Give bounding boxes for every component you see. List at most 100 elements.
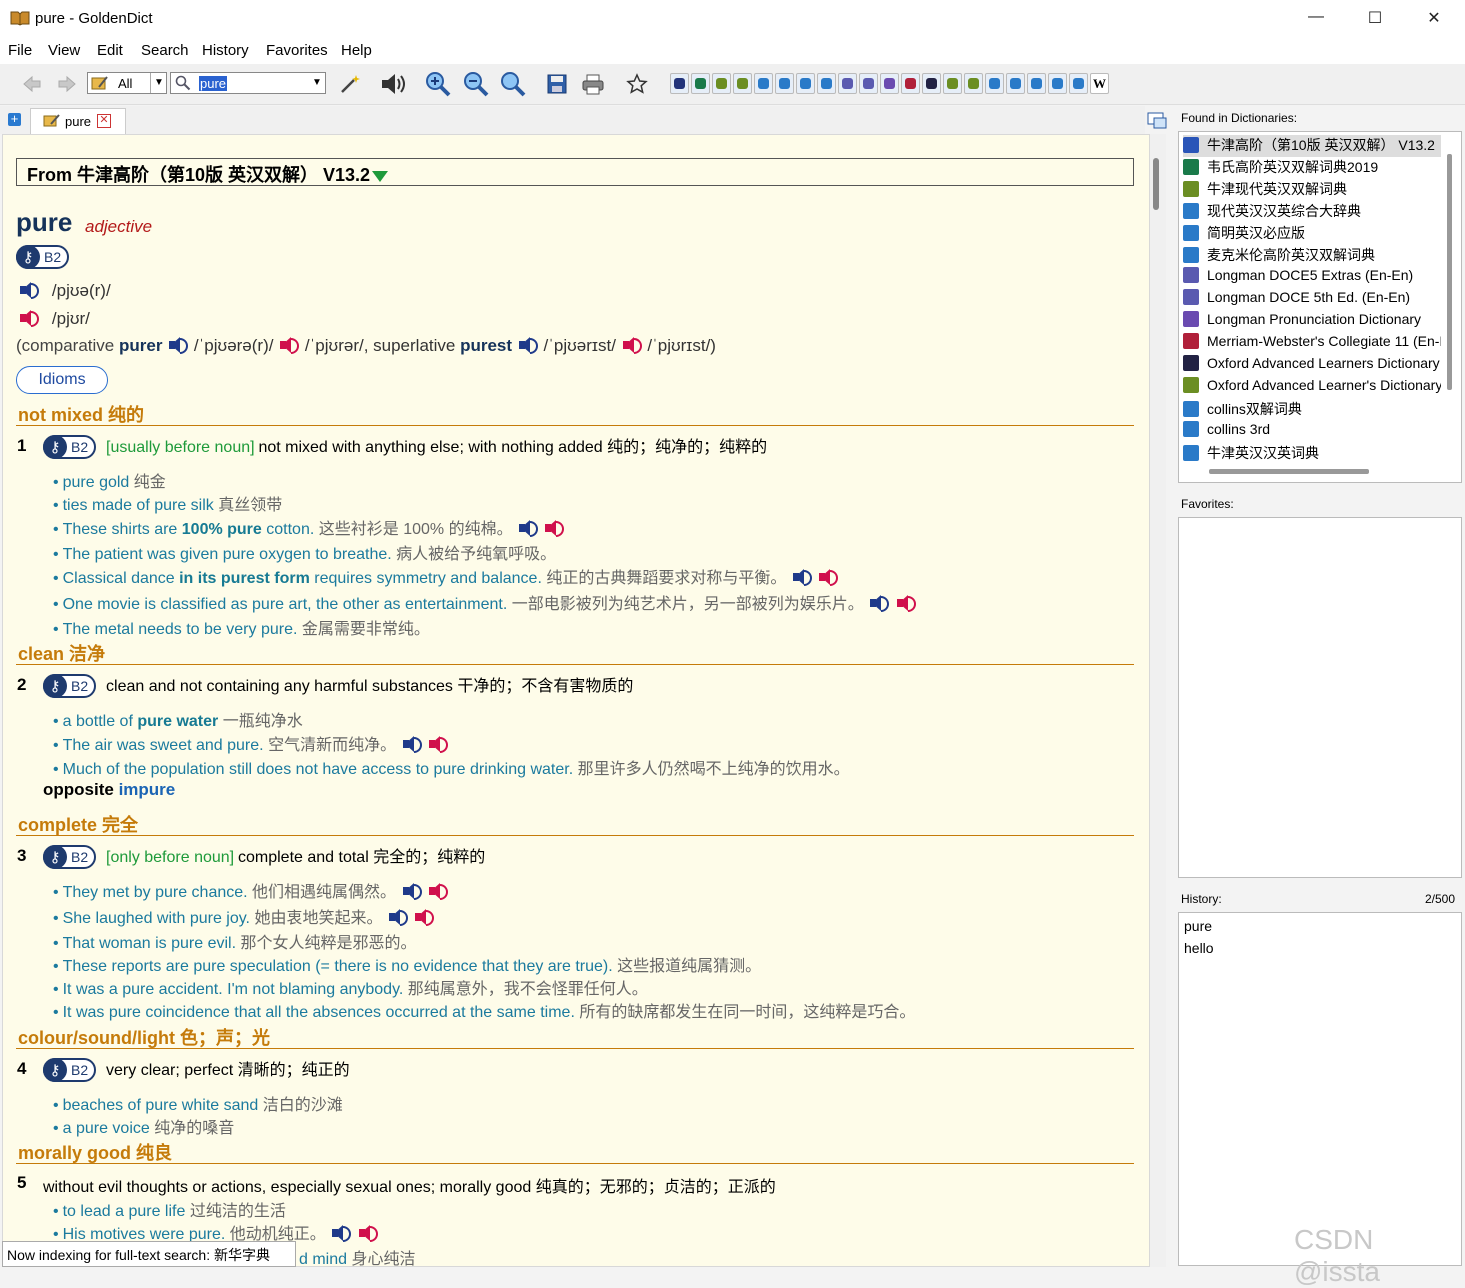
speaker-icon[interactable] [895,594,917,612]
history-item[interactable]: hello [1184,940,1214,956]
zoom-out-icon[interactable] [462,70,490,98]
found-dictionary-item[interactable]: Longman DOCE 5th Ed. (En-En) [1183,289,1441,311]
menu-search[interactable]: Search [141,42,189,59]
speaker-icon[interactable] [427,735,449,753]
zoom-reset-icon[interactable] [499,70,527,98]
dock-toggle-icon[interactable] [1146,110,1168,133]
speaker-icon[interactable] [401,882,423,900]
speaker-icon[interactable] [387,908,409,926]
dictionary-toggle-icon[interactable] [817,73,836,94]
found-dictionary-item[interactable]: 牛津英汉汉英词典 [1183,443,1441,465]
search-input[interactable]: pure [199,76,228,91]
dictionary-toggle-icon[interactable] [733,73,752,94]
menu-view[interactable]: View [48,42,80,59]
found-dictionary-item[interactable]: Longman DOCE5 Extras (En-En) [1183,267,1441,289]
speaker-icon[interactable] [543,519,565,537]
maximize-button[interactable]: ☐ [1355,8,1395,30]
menu-file[interactable]: File [8,42,32,59]
menu-help[interactable]: Help [341,42,372,59]
found-dictionary-item[interactable]: 韦氏高阶英汉双解词典2019 [1183,157,1441,179]
dictionary-toggle-icon[interactable] [1027,73,1046,94]
speaker-icon[interactable] [817,568,839,586]
found-dictionary-item[interactable]: collins 3rd [1183,421,1441,443]
speaker-icon[interactable] [791,568,813,586]
dictionary-toggle-icon[interactable] [943,73,962,94]
group-select[interactable]: All ▼ [87,72,167,94]
dictionary-toggle-icon[interactable] [922,73,941,94]
found-dictionary-item[interactable]: 现代英汉汉英综合大辞典 [1183,201,1441,223]
dictionary-toggle-icon[interactable] [712,73,731,94]
speaker-icon[interactable] [401,735,423,753]
back-arrow-icon[interactable] [18,70,46,98]
star-favorite-icon[interactable] [623,70,651,98]
dictionary-icon [1183,137,1199,153]
speaker-icon[interactable] [621,336,643,354]
close-tab-icon[interactable]: ✕ [97,114,111,128]
dictionary-toggle-icon[interactable] [754,73,773,94]
history-item[interactable]: pure [1184,918,1212,934]
forward-arrow-icon[interactable] [53,70,81,98]
dictionary-toggle-icon[interactable] [1069,73,1088,94]
found-dictionary-item[interactable]: 麦克米伦高阶英汉双解词典 [1183,245,1441,267]
dictionary-toggle-icon[interactable] [691,73,710,94]
dictionary-toggle-icon[interactable] [670,73,689,94]
menu-history[interactable]: History [202,42,249,59]
dictionary-toggle-icon[interactable] [985,73,1004,94]
found-list-scrollbar[interactable] [1447,154,1452,390]
speaker-icon[interactable] [167,336,189,354]
speaker-icon[interactable] [427,882,449,900]
menu-favorites[interactable]: Favorites [266,42,328,59]
dictionary-toggle-icon[interactable] [1006,73,1025,94]
dictionary-toggle-icon[interactable] [775,73,794,94]
print-icon[interactable] [579,70,607,98]
found-dictionary-item[interactable]: 牛津现代英汉双解词典 [1183,179,1441,201]
dictionary-glyph-icon [695,78,706,89]
speaker-uk-icon[interactable] [18,281,40,299]
idioms-button[interactable]: Idioms [16,366,108,394]
found-dictionary-item[interactable]: Oxford Advanced Learner's Dictionary [1183,377,1441,399]
collapse-triangle-icon[interactable] [372,171,389,182]
speaker-icon[interactable] [278,336,300,354]
found-dictionary-item[interactable]: 简明英汉必应版 [1183,223,1441,245]
found-list-hscrollbar[interactable] [1209,469,1369,474]
dictionary-toggle-icon[interactable] [901,73,920,94]
dictionary-toggle-icon[interactable] [859,73,878,94]
speaker-icon[interactable] [517,336,539,354]
speaker-icon[interactable] [868,594,890,612]
dictionary-toggle-icon[interactable] [838,73,857,94]
found-dictionary-item[interactable]: Merriam-Webster's Collegiate 11 (En-En) [1183,333,1441,355]
dictionary-toggle-icon[interactable] [880,73,899,94]
found-dictionary-item[interactable]: collins双解词典 [1183,399,1441,421]
pronounce-speaker-icon[interactable] [380,70,408,98]
article-scrollbar-thumb[interactable] [1153,158,1159,210]
opposite-link[interactable]: impure [119,780,176,799]
speaker-us-icon[interactable] [18,309,40,327]
dictionary-toggle-icon[interactable] [1048,73,1067,94]
magic-wand-icon[interactable] [336,70,364,98]
divider [16,1163,1134,1164]
dictionary-glyph-icon [905,78,916,89]
tab-pure[interactable]: pure ✕ [30,108,126,134]
speaker-icon[interactable] [330,1224,352,1242]
dictionary-toggle-icon[interactable] [964,73,983,94]
found-dictionary-item[interactable]: Oxford Advanced Learners Dictionary [1183,355,1441,377]
minimize-button[interactable]: — [1296,8,1336,30]
dictionary-header[interactable]: From 牛津高阶（第10版 英汉双解） V13.2 [16,158,1134,186]
found-dictionary-item[interactable]: Longman Pronunciation Dictionary [1183,311,1441,333]
menu-edit[interactable]: Edit [97,42,123,59]
save-icon[interactable] [543,70,571,98]
new-tab-plus-icon[interactable]: + [8,112,21,126]
article-scrollbar[interactable] [1150,134,1166,1267]
speaker-icon[interactable] [413,908,435,926]
search-history-chevron-icon[interactable]: ▼ [309,73,325,93]
found-dictionary-item[interactable]: 牛津高阶（第10版 英汉双解） V13.2 [1183,135,1441,157]
zoom-in-icon[interactable] [424,70,452,98]
search-combo[interactable]: pure ▼ [170,72,326,94]
chevron-down-icon[interactable]: ▼ [150,73,167,93]
close-window-button[interactable]: ✕ [1414,8,1454,30]
speaker-icon[interactable] [517,519,539,537]
favorites-pane[interactable] [1178,517,1462,878]
wikipedia-icon[interactable]: W [1090,73,1109,94]
dictionary-toggle-icon[interactable] [796,73,815,94]
speaker-icon[interactable] [357,1224,379,1242]
